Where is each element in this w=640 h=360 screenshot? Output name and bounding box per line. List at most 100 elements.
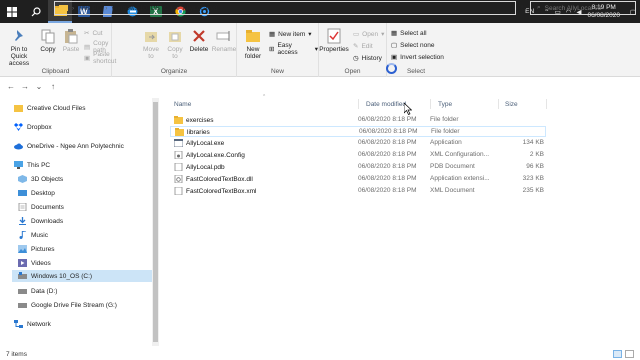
properties-icon [327,28,341,44]
folder-icon [14,105,23,112]
file-name-cell: FastColoredTextBox.dll [174,175,253,183]
paste-shortcut-icon: ▣ [84,55,91,62]
file-type: XML Document [430,187,475,194]
select-all-button[interactable]: ▦ Select all [391,29,427,38]
search-icon[interactable] [24,0,48,23]
nav-item-network[interactable]: Network [14,318,51,330]
file-row[interactable]: AllyLocal.pdb 06/08/2020 8:18 PM PDB Doc… [170,162,546,173]
rename-button[interactable]: Rename [212,28,236,53]
new-group-label: New [270,68,284,75]
new-item-label: New item [278,30,306,38]
column-header-size[interactable]: Size [505,98,518,110]
start-icon[interactable] [0,0,24,23]
nav-item-onedrive[interactable]: OneDrive - Ngee Ann Polytechnic [14,140,124,152]
breadcrumb-this-pc[interactable]: This PC [78,5,101,12]
file-name-cell: libraries [175,128,210,136]
copy-label: Copy [40,46,56,53]
column-divider[interactable] [498,99,499,109]
sort-up-icon: ⌃ [262,94,267,100]
nav-item-this-pc[interactable]: This PC [14,159,50,171]
computer-icon [14,161,23,169]
invert-selection-icon: ▣ [391,54,398,61]
move-to-button[interactable]: Move to [140,28,162,60]
address-row: ← → ⌄ ↑ [0,78,640,94]
nav-scrollbar[interactable] [152,98,159,346]
chevron-right-icon[interactable]: › [105,5,107,12]
nav-item-3d-objects[interactable]: 3D Objects [18,173,63,185]
file-name-cell: FastColoredTextBox.xml [174,187,256,195]
delete-button[interactable]: Delete [188,28,210,53]
column-divider[interactable] [430,99,431,109]
nav-item-google-drive[interactable]: Google Drive File Stream (G:) [18,299,117,311]
history-button[interactable]: ◷ History [353,54,382,63]
column-header-type[interactable]: Type [438,98,452,110]
edit-button[interactable]: ✎ Edit [353,42,373,51]
select-all-label: Select all [400,29,427,37]
new-item-button[interactable]: ▦ New item ▾ [269,30,312,39]
cloud-icon [14,143,23,150]
file-type: Application [430,139,462,146]
delete-icon [193,30,205,42]
column-divider[interactable] [358,99,359,109]
breadcrumb-drive[interactable]: Windows 10_OS (C:) [111,5,172,12]
history-label: History [361,54,382,62]
open-group-label: Open [344,68,361,75]
easy-access-label: Easy access [277,42,298,56]
open-group: Properties ▭ Open ▾ ✎ Edit ◷ History Open [319,23,387,77]
nav-item-windows-c[interactable]: Windows 10_OS (C:) [12,270,152,282]
file-type: PDB Document [430,163,475,170]
properties-button[interactable]: Properties [319,28,349,53]
breadcrumb-folder[interactable]: AllyLocal v8 [183,5,218,12]
nav-scrollbar-thumb[interactable] [153,102,158,342]
invert-selection-button[interactable]: ▣ Invert selection [391,53,444,62]
file-row[interactable]: AllyLocal.exe.Config 06/08/2020 8:18 PM … [170,150,546,161]
copy-to-icon [169,32,181,42]
nav-item-dropbox[interactable]: Dropbox [14,121,52,133]
file-size: 134 KB [522,139,544,146]
chevron-right-icon[interactable]: › [177,5,179,12]
easy-access-button[interactable]: ⊞ Easy access ▾ [269,42,318,56]
address-dropdown-icon[interactable]: ⌄ [496,4,501,12]
forward-arrow-icon[interactable]: → [18,82,32,91]
file-row[interactable]: FastColoredTextBox.dll 06/08/2020 8:18 P… [170,174,546,185]
nav-item-music[interactable]: Music [18,229,48,241]
nav-item-downloads[interactable]: Downloads [18,215,63,227]
new-item-icon: ▦ [269,31,276,38]
drive-icon [18,303,27,308]
nav-item-videos[interactable]: Videos [18,257,51,269]
file-row[interactable]: libraries 06/08/2020 8:18 PM File folder [170,126,546,137]
nav-item-desktop[interactable]: Desktop [18,187,55,199]
nav-item-data-d[interactable]: Data (D:) [18,285,57,297]
column-divider[interactable] [546,99,547,109]
search-box[interactable]: ⌕ Search AllyLocal v8 [530,1,636,15]
copy-button[interactable]: Copy [38,28,58,53]
nav-item-creative-cloud[interactable]: Creative Cloud Files [14,102,86,114]
column-header-name[interactable]: Name [174,98,191,110]
large-icons-view-icon[interactable] [625,350,634,358]
file-date: 06/08/2020 8:18 PM [358,116,417,123]
nav-item-pictures[interactable]: Pictures [18,243,54,255]
file-size: 235 KB [522,187,544,194]
new-folder-button[interactable]: New folder [241,28,265,60]
file-row[interactable]: AllyLocal.exe 06/08/2020 8:18 PM Applica… [170,138,546,149]
file-row[interactable]: exercises 06/08/2020 8:18 PM File folder [170,115,546,126]
back-arrow-icon[interactable]: ← [4,82,18,91]
recent-chevron-icon[interactable]: ⌄ [32,82,46,91]
nav-item-documents[interactable]: Documents [18,201,64,213]
file-name: exercises [186,116,214,124]
pin-quick-access-button[interactable]: Pin to Quick access [2,28,36,67]
up-arrow-icon[interactable]: ↑ [46,82,60,91]
nav-label: Downloads [31,217,64,225]
file-row[interactable]: FastColoredTextBox.xml 06/08/2020 8:18 P… [170,186,546,197]
refresh-icon[interactable]: ↻ [520,4,527,13]
file-list: Name Date modified Type Size ⌃ exercises… [162,94,640,346]
select-none-button[interactable]: ▢ Select none [391,41,435,50]
open-button[interactable]: ▭ Open ▾ [353,30,384,39]
column-header-date[interactable]: Date modified [366,98,406,110]
address-bar[interactable]: › This PC › Windows 10_OS (C:) › AllyLoc… [54,1,527,15]
copy-to-button[interactable]: Copy to [164,28,186,60]
paste-button[interactable]: Paste [60,28,82,53]
details-view-icon[interactable] [613,350,622,358]
cut-button[interactable]: ✂ Cut [84,29,103,38]
pictures-icon [18,245,27,253]
